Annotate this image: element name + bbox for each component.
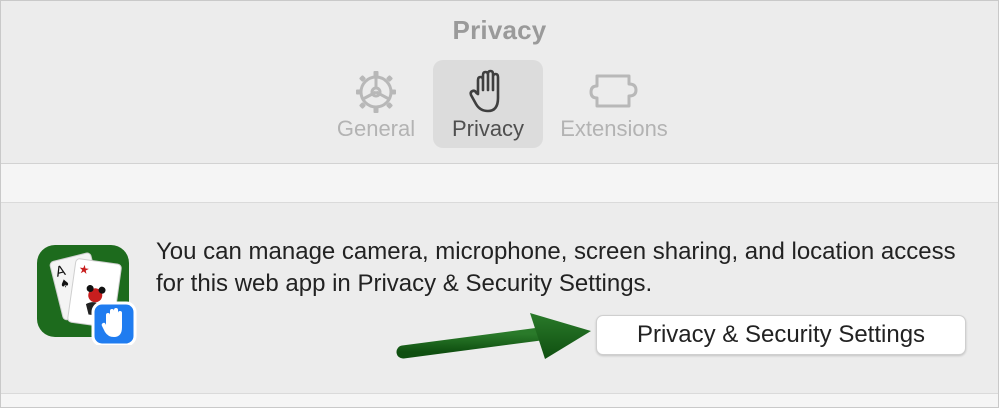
tab-label-general: General [336, 116, 416, 141]
tab-extensions[interactable]: Extensions [553, 60, 675, 148]
tab-general[interactable]: General [331, 60, 421, 148]
puzzle-piece-icon [589, 74, 638, 108]
tab-label-privacy: Privacy [451, 116, 525, 141]
tab-label-extensions: Extensions [560, 116, 668, 141]
svg-text:★: ★ [78, 262, 91, 277]
solitaire-cards-app-icon: A ♠ ★ [37, 245, 137, 345]
window-title: Privacy [452, 15, 547, 45]
annotation-arrow-icon [396, 313, 591, 359]
privacy-message: You can manage camera, microphone, scree… [156, 238, 956, 297]
footer-band [1, 393, 998, 407]
gear-icon [356, 71, 396, 113]
toolbar: Privacy General Privacy Extensions [1, 1, 998, 164]
privacy-security-settings-button[interactable]: Privacy & Security Settings [596, 315, 966, 355]
header-separator-band [1, 164, 998, 203]
hand-icon [469, 69, 500, 113]
tab-privacy[interactable]: Privacy [433, 60, 543, 148]
